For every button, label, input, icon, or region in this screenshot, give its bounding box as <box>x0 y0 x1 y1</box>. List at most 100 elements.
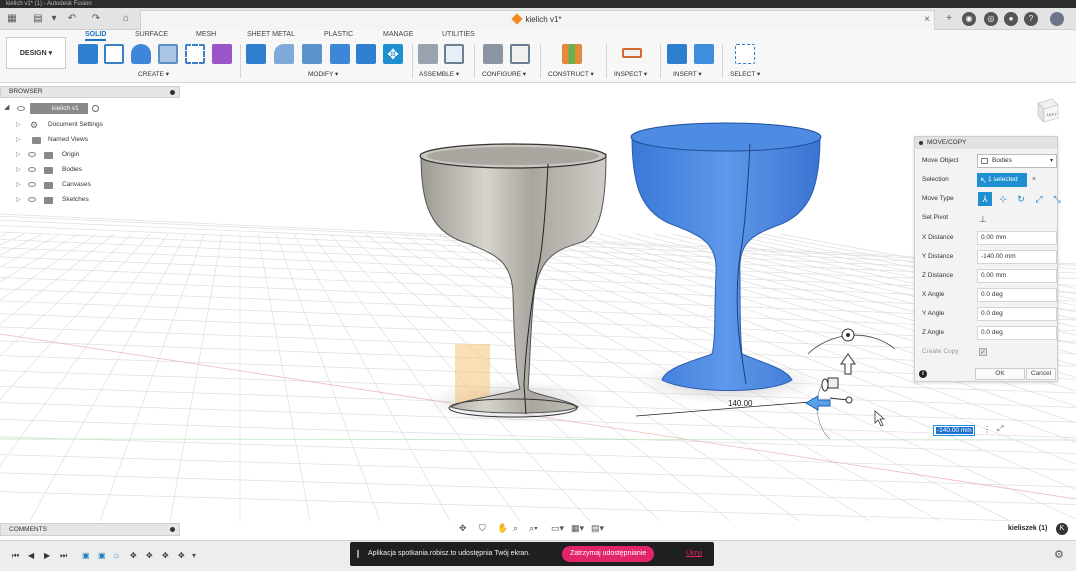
timeline-move-icon[interactable]: ✥ <box>178 551 185 560</box>
save-icon[interactable]: ▾ <box>46 12 62 26</box>
collapse-arrow-icon[interactable]: ◢ <box>4 103 9 111</box>
sweep-icon[interactable] <box>185 44 205 64</box>
translate-icon[interactable]: ⊹ <box>996 192 1010 206</box>
group-create[interactable]: CREATE ▾ <box>138 70 169 78</box>
pivot-icon[interactable]: ⊥ <box>979 211 987 227</box>
create-copy-checkbox[interactable]: ✓ <box>979 348 987 356</box>
root-component[interactable]: kielich v1 <box>30 103 88 114</box>
x-angle-field[interactable]: 0.0 deg <box>977 288 1057 302</box>
new-tab-icon[interactable]: + <box>941 12 957 26</box>
assemble-table-icon[interactable] <box>444 44 464 64</box>
activate-component-icon[interactable] <box>92 105 99 112</box>
timeline-feature-icon[interactable]: ⌂ <box>114 551 119 560</box>
clear-selection-icon[interactable]: × <box>1032 173 1036 187</box>
configuration-table-icon[interactable] <box>510 44 530 64</box>
z-distance-field[interactable]: 0.00 mm <box>977 269 1057 283</box>
y-distance-field[interactable]: -140.00 mm <box>977 250 1057 264</box>
timeline-move-icon[interactable]: ✥ <box>162 551 169 560</box>
insert-derive-icon[interactable] <box>667 44 687 64</box>
group-construct[interactable]: CONSTRUCT ▾ <box>548 70 594 78</box>
y-angle-field[interactable]: 0.0 deg <box>977 307 1057 321</box>
pan-icon[interactable]: ✋ <box>497 523 508 534</box>
original-goblet-body[interactable] <box>419 143 607 424</box>
notifications-icon[interactable]: ● <box>1004 12 1018 26</box>
expand-arrow-icon[interactable]: ▷ <box>16 133 21 147</box>
step-back-icon[interactable]: ◀ <box>28 551 34 560</box>
form-icon[interactable] <box>212 44 232 64</box>
timeline-marker[interactable]: ▾ <box>192 551 196 560</box>
group-assemble[interactable]: ASSEMBLE ▾ <box>419 70 459 78</box>
gear-icon[interactable]: ⚙ <box>1054 548 1064 561</box>
grid-settings-icon[interactable]: ▦▾ <box>571 523 584 534</box>
undo-icon[interactable]: ↶ <box>64 12 80 26</box>
revolve-icon[interactable] <box>158 44 178 64</box>
group-inspect[interactable]: INSPECT ▾ <box>614 70 647 78</box>
fit-icon[interactable]: ⌕▾ <box>529 523 538 534</box>
play-icon[interactable]: ▶ <box>44 551 50 560</box>
timeline-revolve-icon[interactable]: ▣ <box>98 551 106 560</box>
timeline-move-icon[interactable]: ✥ <box>130 551 137 560</box>
collaborator-label[interactable]: kieliszek (1) <box>1008 525 1047 532</box>
add-comment-icon[interactable] <box>170 527 175 532</box>
group-configure[interactable]: CONFIGURE ▾ <box>482 70 526 78</box>
visibility-eye-icon[interactable] <box>28 182 36 187</box>
zoom-icon[interactable]: ⌕ <box>513 523 518 534</box>
visibility-eye-icon[interactable] <box>28 197 36 202</box>
data-panel-icon[interactable]: ▦ <box>4 12 20 26</box>
help-icon[interactable]: ? <box>1024 12 1038 26</box>
move-copy-icon[interactable]: ✥ <box>383 44 403 64</box>
tab-sheet-metal[interactable]: SHEET METAL <box>247 31 295 38</box>
tab-plastic[interactable]: PLASTIC <box>324 31 353 38</box>
offset-plane-icon[interactable] <box>562 44 582 64</box>
x-distance-field[interactable]: 0.00 mm <box>977 231 1057 245</box>
look-at-icon[interactable]: ⛉ <box>479 523 486 534</box>
new-component-icon[interactable] <box>78 44 98 64</box>
tab-surface[interactable]: SURFACE <box>135 31 168 38</box>
point-to-position-icon[interactable]: ⤡ <box>1050 192 1064 206</box>
combine-icon[interactable] <box>356 44 376 64</box>
comments-panel-header[interactable]: COMMENTS <box>0 523 180 536</box>
file-menu-icon[interactable]: ▤ <box>30 12 46 26</box>
expand-arrow-icon[interactable]: ▷ <box>16 148 21 162</box>
viewports-icon[interactable]: ▤▾ <box>591 523 604 534</box>
tab-manage[interactable]: MANAGE <box>383 31 413 38</box>
display-settings-icon[interactable]: ▭▾ <box>551 523 564 534</box>
create-sketch-icon[interactable] <box>104 44 124 64</box>
visibility-eye-icon[interactable] <box>28 152 36 157</box>
group-insert[interactable]: INSERT ▾ <box>673 70 702 78</box>
job-status-icon[interactable]: ◎ <box>984 12 998 26</box>
stop-sharing-button[interactable]: Zatrzymaj udostępnianie <box>562 546 655 562</box>
move-copy-dialog-header[interactable]: MOVE/COPY <box>915 137 1057 149</box>
chamfer-icon[interactable] <box>302 44 322 64</box>
browser-item-document-settings[interactable]: ▷ ⚙ Document Settings <box>0 118 180 132</box>
rotate-icon[interactable]: ↻ <box>1014 192 1028 206</box>
hide-banner-link[interactable]: Ukryj <box>686 542 702 566</box>
info-icon[interactable]: i <box>919 370 927 378</box>
press-pull-icon[interactable] <box>246 44 266 64</box>
browser-item-origin[interactable]: ▷ Origin <box>0 148 180 162</box>
configure-icon[interactable] <box>483 44 503 64</box>
extrude-icon[interactable] <box>131 44 151 64</box>
select-box-icon[interactable] <box>735 44 755 64</box>
point-to-point-icon[interactable]: ⤢ <box>1032 192 1046 206</box>
orbit-icon[interactable]: ✥ <box>459 523 467 534</box>
measure-icon[interactable] <box>622 48 642 58</box>
home-icon[interactable]: ⌂ <box>118 12 134 26</box>
selection-button[interactable]: ↖ 1 selected × <box>977 173 1036 187</box>
browser-item-sketches[interactable]: ▷ Sketches <box>0 193 180 207</box>
expand-arrow-icon[interactable]: ▷ <box>16 178 21 192</box>
tab-solid[interactable]: SOLID <box>85 31 107 41</box>
step-forward-icon[interactable]: ⏭ <box>60 551 67 561</box>
redo-icon[interactable]: ↷ <box>88 12 104 26</box>
view-cube[interactable]: LEFT <box>1034 97 1060 123</box>
pin-icon[interactable]: ⤢ <box>997 424 1003 434</box>
cancel-button[interactable]: Cancel <box>1026 368 1056 380</box>
collaborator-avatar[interactable]: K <box>1056 523 1068 535</box>
timeline-sketch-icon[interactable]: ▣ <box>82 551 90 560</box>
go-to-start-icon[interactable]: ⏮ <box>12 551 19 561</box>
ok-button[interactable]: OK <box>975 368 1025 380</box>
expand-arrow-icon[interactable]: ▷ <box>16 163 21 177</box>
dialog-collapse-icon[interactable] <box>919 141 923 145</box>
browser-panel-header[interactable]: BROWSER <box>0 86 180 98</box>
move-object-select[interactable]: Bodies ▾ <box>977 154 1057 168</box>
